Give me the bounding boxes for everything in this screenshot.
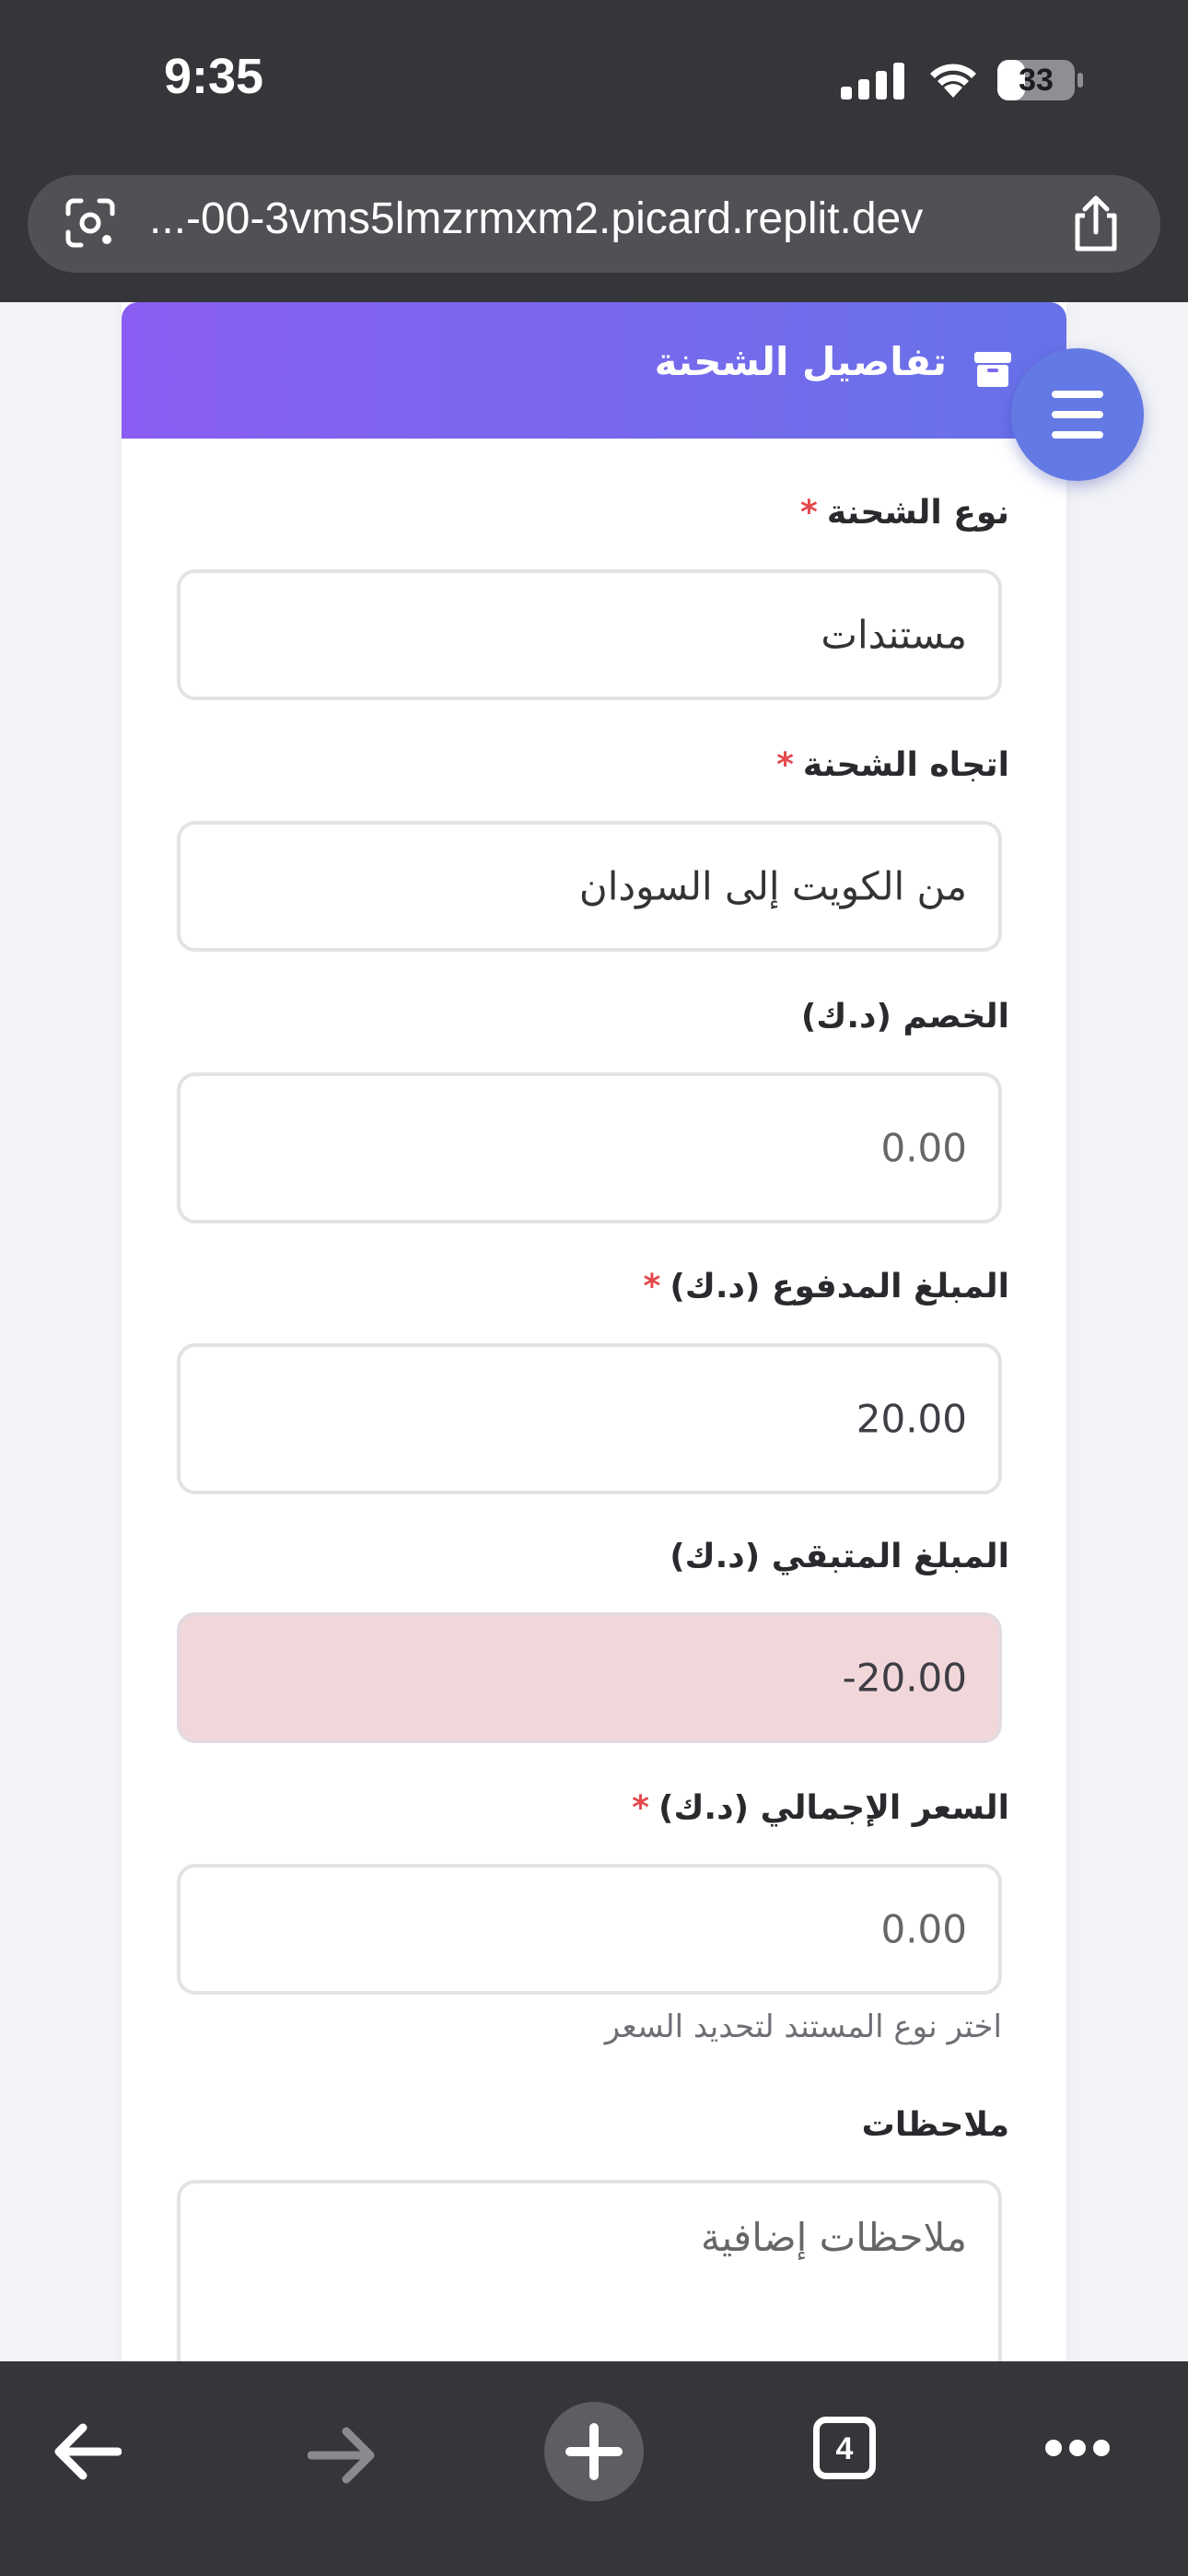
discount-label: الخصم (د.ك) (801, 998, 1009, 1036)
direction-label: اتجاه الشحنة* (776, 746, 1009, 784)
tabs-icon[interactable]: 4 (813, 2417, 876, 2479)
new-tab-icon (565, 2423, 623, 2480)
paid-amount-label-text: المبلغ المدفوع (د.ك) (670, 1268, 1009, 1306)
page-content: تفاصيل الشحنة نوع الشحنة* مستندات اتجاه … (0, 302, 1188, 2361)
remaining-amount-label: المبلغ المتبقي (د.ك) (670, 1538, 1009, 1575)
more-icon[interactable] (1044, 2437, 1111, 2459)
address-bar[interactable]: ...-00-3vms5lmzrmxm2.picard.replit.dev (28, 175, 1160, 273)
hamburger-menu-button[interactable] (1011, 348, 1144, 481)
paid-amount-label: المبلغ المدفوع (د.ك)* (644, 1268, 1009, 1306)
shipment-type-select[interactable]: مستندات (177, 569, 1002, 700)
total-price-label: السعر الإجمالي (د.ك)* (632, 1789, 1009, 1827)
card-title: تفاصيل الشحنة (654, 339, 947, 384)
discount-input[interactable]: 0.00 (177, 1072, 1002, 1224)
remaining-amount-value: -20.00 (842, 1655, 967, 1701)
new-tab-button[interactable] (544, 2402, 644, 2501)
share-icon[interactable] (1068, 193, 1124, 254)
status-time: 9:35 (164, 49, 264, 104)
shipment-details-card: تفاصيل الشحنة نوع الشحنة* مستندات اتجاه … (122, 302, 1066, 2361)
discount-value: 0.00 (880, 1125, 967, 1171)
discount-label-text: الخصم (د.ك) (800, 998, 1009, 1036)
total-price-input[interactable]: 0.00 (177, 1864, 1002, 1995)
direction-value: من الكويت إلى السودان (578, 863, 967, 909)
browser-toolbar: 4 (0, 2361, 1188, 2576)
back-icon[interactable] (53, 2422, 122, 2481)
direction-label-text: اتجاه الشحنة (802, 746, 1009, 784)
paid-amount-value: 20.00 (856, 1396, 967, 1442)
required-mark: * (799, 494, 818, 532)
box-icon (974, 352, 1011, 387)
paid-amount-input[interactable]: 20.00 (177, 1343, 1002, 1494)
battery-level: 33 (1019, 63, 1054, 98)
required-mark: * (643, 1268, 661, 1306)
notes-label: ملاحظات (862, 2106, 1009, 2144)
shipment-type-label-text: نوع الشحنة (826, 494, 1009, 532)
notes-placeholder: ملاحظات إضافية (700, 2215, 967, 2260)
required-mark: * (776, 746, 794, 784)
browser-chrome-top: 9:35 33 ...-00-3vms5lmzrmxm2.picard.repl… (0, 0, 1188, 302)
notes-label-text: ملاحظات (861, 2106, 1009, 2144)
url-text[interactable]: ...-00-3vms5lmzrmxm2.picard.replit.dev (149, 193, 923, 244)
shipment-type-label: نوع الشحنة* (800, 494, 1009, 532)
card-header: تفاصيل الشحنة (122, 302, 1066, 439)
required-mark: * (632, 1789, 649, 1827)
remaining-amount-field: -20.00 (177, 1612, 1002, 1743)
total-price-hint: اختر نوع المستند لتحديد السعر (604, 2008, 1002, 2045)
forward-icon[interactable] (308, 2426, 376, 2485)
wifi-icon (930, 64, 976, 98)
notes-textarea[interactable]: ملاحظات إضافية (177, 2180, 1002, 2361)
shipment-type-value: مستندات (821, 612, 967, 658)
remaining-amount-label-text: المبلغ المتبقي (د.ك) (670, 1538, 1009, 1575)
tab-count: 4 (835, 2431, 854, 2466)
total-price-label-text: السعر الإجمالي (د.ك) (658, 1789, 1009, 1827)
total-price-value: 0.00 (880, 1906, 967, 1952)
signal-icon (841, 63, 904, 100)
battery-icon: 33 (996, 59, 1085, 101)
lens-icon[interactable] (63, 195, 118, 251)
direction-select[interactable]: من الكويت إلى السودان (177, 821, 1002, 952)
